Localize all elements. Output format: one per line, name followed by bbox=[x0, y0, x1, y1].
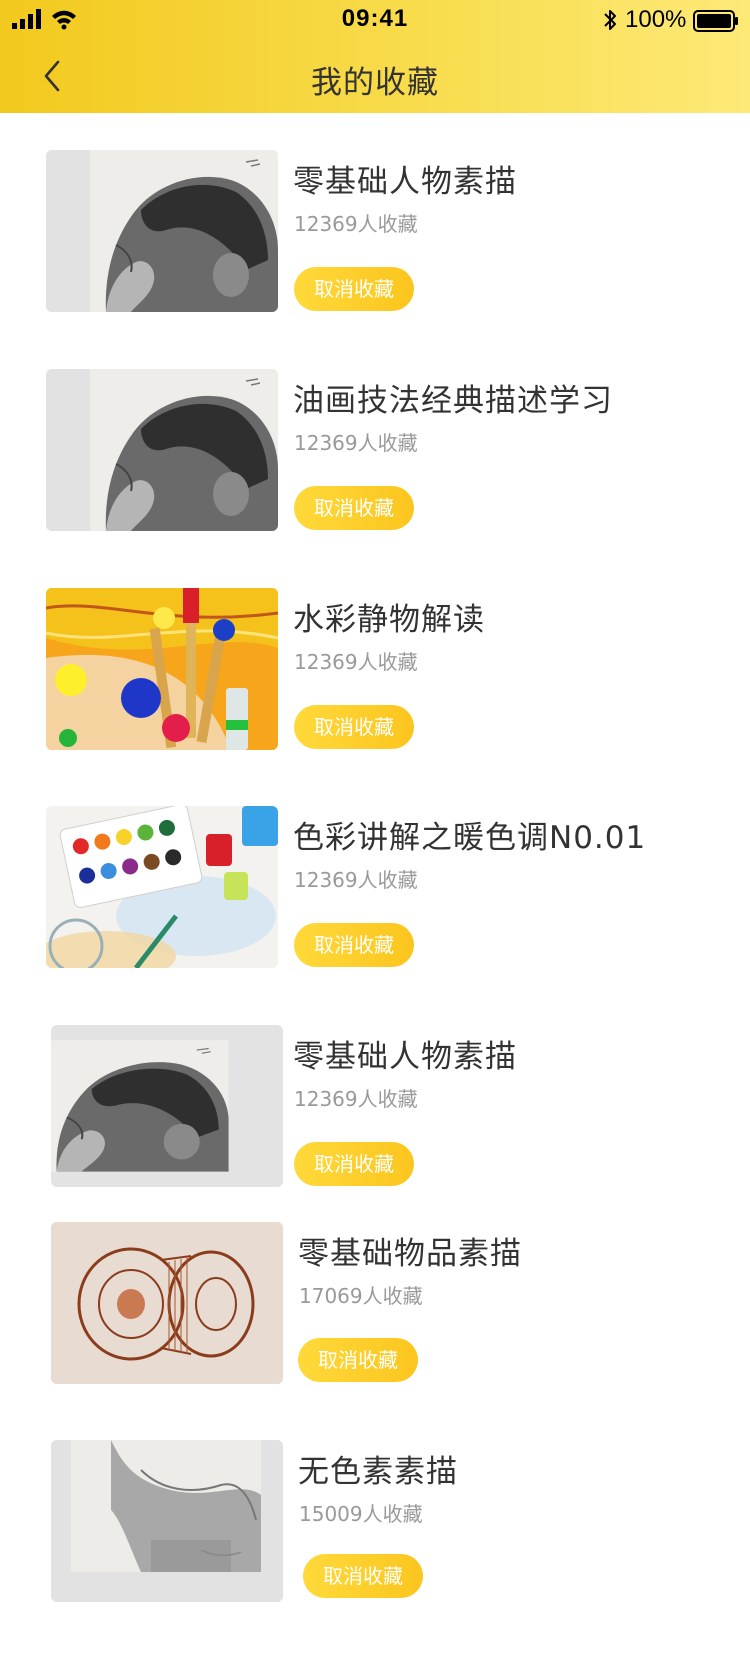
uncollect-button[interactable]: 取消收藏 bbox=[294, 705, 414, 749]
course-title[interactable]: 零基础人物素描 bbox=[293, 1031, 517, 1076]
course-title[interactable]: 零基础物品素描 bbox=[298, 1228, 522, 1273]
favorite-count: 12369人收藏 bbox=[294, 431, 418, 455]
uncollect-button[interactable]: 取消收藏 bbox=[294, 267, 414, 311]
course-thumbnail[interactable] bbox=[51, 1440, 283, 1602]
status-bar: 09:41 100% bbox=[0, 0, 750, 40]
favorite-count: 17069人收藏 bbox=[299, 1284, 423, 1308]
course-thumbnail[interactable] bbox=[46, 588, 278, 750]
course-title[interactable]: 无色素素描 bbox=[298, 1446, 458, 1491]
course-thumbnail[interactable] bbox=[46, 806, 278, 968]
course-title[interactable]: 油画技法经典描述学习 bbox=[293, 375, 613, 420]
course-title[interactable]: 色彩讲解之暖色调N0.01 bbox=[293, 812, 646, 857]
course-thumbnail[interactable] bbox=[46, 150, 278, 312]
battery-icon bbox=[693, 10, 738, 32]
course-thumbnail[interactable] bbox=[51, 1222, 283, 1384]
favorite-item: 零基础物品素描 17069人收藏 取消收藏 bbox=[0, 1222, 750, 1402]
favorite-item: 零基础人物素描 12369人收藏 取消收藏 bbox=[0, 1025, 750, 1205]
favorite-item: 水彩静物解读 12369人收藏 取消收藏 bbox=[0, 588, 750, 768]
favorite-count: 12369人收藏 bbox=[294, 1087, 418, 1111]
course-title[interactable]: 零基础人物素描 bbox=[293, 156, 517, 201]
favorite-item: 色彩讲解之暖色调N0.01 12369人收藏 取消收藏 bbox=[0, 806, 750, 986]
favorite-item: 油画技法经典描述学习 12369人收藏 取消收藏 bbox=[0, 369, 750, 549]
bluetooth-icon bbox=[604, 10, 616, 30]
uncollect-button[interactable]: 取消收藏 bbox=[294, 923, 414, 967]
favorite-count: 12369人收藏 bbox=[294, 212, 418, 236]
course-thumbnail[interactable] bbox=[51, 1025, 283, 1187]
course-title[interactable]: 水彩静物解读 bbox=[293, 594, 485, 639]
course-thumbnail[interactable] bbox=[46, 369, 278, 531]
uncollect-button[interactable]: 取消收藏 bbox=[298, 1338, 418, 1382]
favorite-count: 12369人收藏 bbox=[294, 868, 418, 892]
battery-percentage: 100% bbox=[625, 6, 687, 33]
page-title: 我的收藏 bbox=[311, 65, 439, 101]
uncollect-button[interactable]: 取消收藏 bbox=[303, 1554, 423, 1598]
favorite-count: 15009人收藏 bbox=[299, 1502, 423, 1526]
favorite-item: 零基础人物素描 12369人收藏 取消收藏 bbox=[0, 150, 750, 330]
header-bar: 09:41 100% 我的收藏 bbox=[0, 0, 750, 113]
uncollect-button[interactable]: 取消收藏 bbox=[294, 1142, 414, 1186]
favorite-item: 无色素素描 15009人收藏 取消收藏 bbox=[0, 1440, 750, 1620]
uncollect-button[interactable]: 取消收藏 bbox=[294, 486, 414, 530]
favorite-count: 12369人收藏 bbox=[294, 650, 418, 674]
